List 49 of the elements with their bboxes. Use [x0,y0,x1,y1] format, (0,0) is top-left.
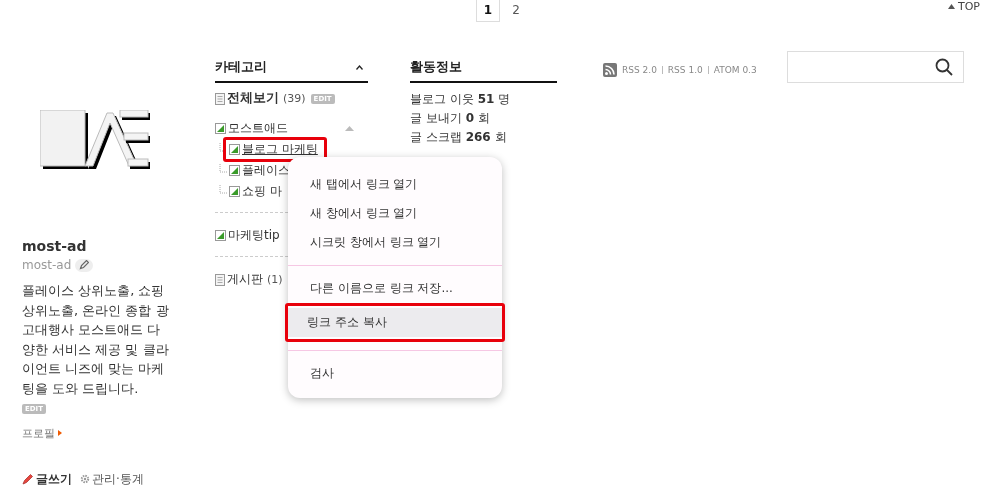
up-triangle-icon [948,4,955,9]
feed-link[interactable]: RSS 2.0 [622,65,657,75]
collapse-icon [356,64,363,70]
menu-item[interactable]: 다른 이름으로 링크 저장... [288,274,502,303]
rss-icon [603,63,617,77]
menu-item[interactable]: 링크 주소 복사 [288,308,502,337]
menu-item[interactable]: 새 창에서 링크 열기 [288,199,502,228]
category-link[interactable]: 쇼핑 마 [242,183,282,200]
section-title: 카테고리 [215,58,267,76]
image-icon [229,165,240,176]
document-icon [215,273,225,286]
feed-link[interactable]: RSS 1.0 [667,65,703,75]
menu-item[interactable]: 검사 [288,359,502,388]
image-icon [215,123,226,134]
post-count: (1) [267,273,283,286]
category-link[interactable]: 플레이스 [242,162,290,179]
image-icon [215,230,226,241]
category-link[interactable]: 게시판 [227,271,263,288]
feed-link[interactable]: ATOM 0.3 [713,65,757,75]
gear-icon [80,474,90,484]
category-link[interactable]: 마케팅tip [228,227,280,244]
category-link[interactable]: 전체보기 [227,90,279,107]
stat-text: 글 스크랩 266 회 [410,129,508,146]
menu-item[interactable]: 시크릿 창에서 링크 열기 [288,228,502,257]
stat-text: 블로그 이웃 51 명 [410,91,512,108]
blog-id: most-ad [22,258,72,272]
category-link[interactable]: 모스트애드 [228,120,288,137]
right-triangle-icon [58,430,62,436]
admin-link[interactable]: 관리·통계 [80,470,144,488]
section-title: 활동정보 [410,58,462,76]
post-count: (39) [283,92,306,105]
stat-text: 글 보내기 0 회 [410,110,491,127]
category-link[interactable]: 블로그 마케팅 [242,141,318,158]
profile-link[interactable]: 프로필 [22,425,172,441]
blog-name: most-ad [22,238,88,254]
image-icon [229,186,240,197]
edit-button[interactable] [75,258,94,272]
pencil-icon [22,473,34,485]
top-link[interactable]: TOP [948,0,980,13]
document-icon [215,92,225,105]
pencil-icon [79,260,90,270]
page-link[interactable]: 1 [476,0,500,22]
menu-item[interactable]: 새 탭에서 링크 열기 [288,170,502,199]
search-field[interactable] [786,51,964,83]
page-link[interactable]: 2 [504,0,528,22]
image-icon [229,144,240,155]
blog-description: 플레이스 상위노출, 쇼핑 상위노출, 온라인 종합 광고대행사 모스트애드 다양한 서비스 제공 및 클라이언트 니즈에 맞는 마케팅을 도와 드립니다. [22,282,170,398]
search-icon [934,58,953,76]
write-link[interactable]: 글쓰기 [22,470,72,488]
